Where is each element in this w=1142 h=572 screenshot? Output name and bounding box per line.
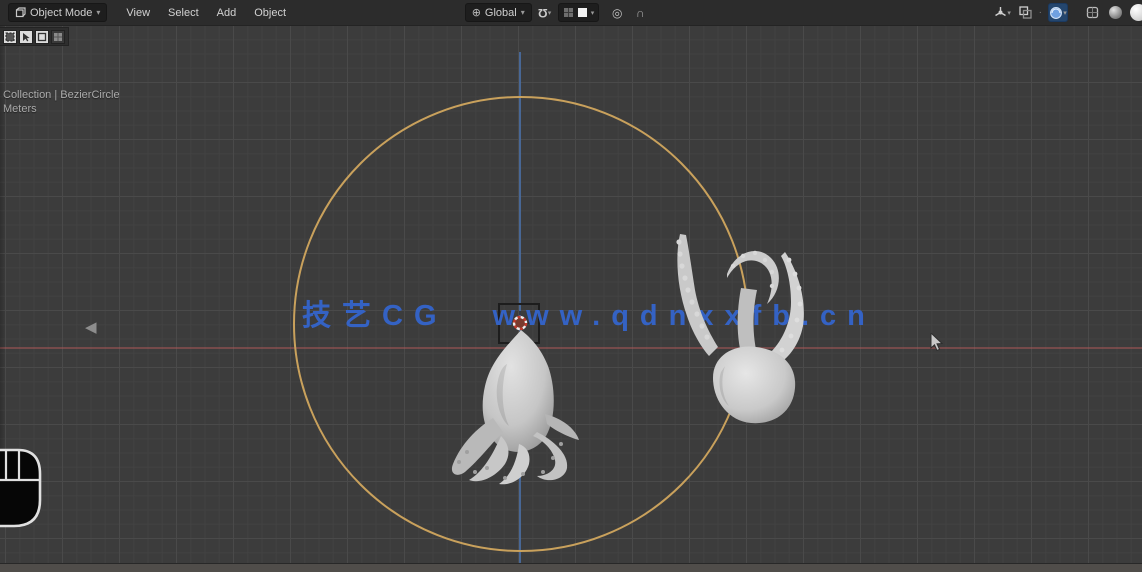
falloff-curve-icon: ∩ [635, 5, 645, 20]
shading-solid-button[interactable] [1105, 3, 1125, 22]
chevron-down-icon: ▾ [520, 8, 525, 17]
orientation-label: Global [484, 6, 517, 19]
menu-select[interactable]: Select [159, 0, 208, 26]
octopus-model-right[interactable] [655, 226, 840, 426]
shading-material-button[interactable] [1128, 3, 1142, 22]
menu-bar: View Select Add Object [107, 0, 295, 26]
magnet-icon: Ω [538, 5, 548, 20]
toolbar-expand-arrow-icon[interactable]: ◀ [85, 318, 97, 336]
chevron-down-icon: ▾ [547, 9, 552, 17]
material-shading-sphere-icon [1129, 4, 1142, 21]
separator-dot: · [1038, 7, 1042, 18]
cursor-tool-icon[interactable] [19, 29, 33, 44]
wireframe-icon [1086, 6, 1098, 19]
show-overlays-toggle[interactable]: ▾ [1048, 3, 1068, 22]
chevron-down-icon: ▾ [1063, 9, 1067, 17]
menu-view[interactable]: View [117, 0, 159, 26]
overlay-collection-object: Collection | BezierCircle [3, 89, 120, 101]
xray-icon [1019, 6, 1032, 19]
mode-dropdown-label: Object Mode [30, 6, 93, 19]
xray-toggle-button[interactable] [1016, 3, 1036, 22]
viewport-header: Object Mode ▾ View Select Add Object ⊕ G… [0, 0, 1142, 26]
status-bar [0, 563, 1142, 572]
viewport-3d[interactable]: 技艺CG www.qdnxxfb.cn Collection | BezierC… [0, 26, 1142, 572]
chevron-down-icon: ▾ [1007, 9, 1011, 17]
gizmo-icon [995, 7, 1007, 17]
move-tool-icon[interactable] [35, 29, 49, 44]
left-edge-shadow [0, 26, 6, 456]
tool-row [0, 27, 69, 46]
object-mode-icon [15, 7, 26, 18]
snap-with-dropdown[interactable]: ▾ [557, 3, 600, 22]
show-gizmo-dropdown[interactable]: ▾ [993, 3, 1013, 22]
mouse-pointer-icon [930, 333, 944, 352]
select-box-tool-icon[interactable] [3, 29, 17, 44]
snap-increment-icon [577, 8, 587, 17]
transform-orientation-dropdown[interactable]: ⊕ Global ▾ [464, 3, 532, 22]
proportional-falloff-button[interactable]: ∩ [630, 3, 650, 22]
chevron-down-icon: ▾ [590, 9, 595, 17]
mode-dropdown[interactable]: Object Mode ▾ [8, 3, 108, 22]
octopus-model-left[interactable] [435, 302, 610, 492]
proportional-circle-icon: ◎ [612, 5, 623, 20]
snap-grid-icon [563, 8, 573, 17]
menu-object[interactable]: Object [245, 0, 295, 26]
blender-window: 技艺CG www.qdnxxfb.cn Collection | BezierC… [0, 0, 1142, 572]
snap-toggle-button[interactable]: Ω ▾ [535, 3, 555, 22]
overlays-icon [1050, 6, 1063, 19]
screencast-mouse-icon [0, 448, 42, 528]
overlay-units: Meters [3, 103, 37, 115]
globe-icon: ⊕ [471, 7, 481, 19]
viewport-overlay-text: Collection | BezierCircle Meters [3, 88, 120, 116]
shading-wireframe-button[interactable] [1082, 3, 1102, 22]
transform-tool-icon[interactable] [51, 29, 65, 44]
chevron-down-icon: ▾ [96, 8, 101, 17]
proportional-editing-button[interactable]: ◎ [607, 3, 627, 22]
menu-add[interactable]: Add [208, 0, 246, 26]
solid-shading-sphere-icon [1108, 6, 1122, 19]
